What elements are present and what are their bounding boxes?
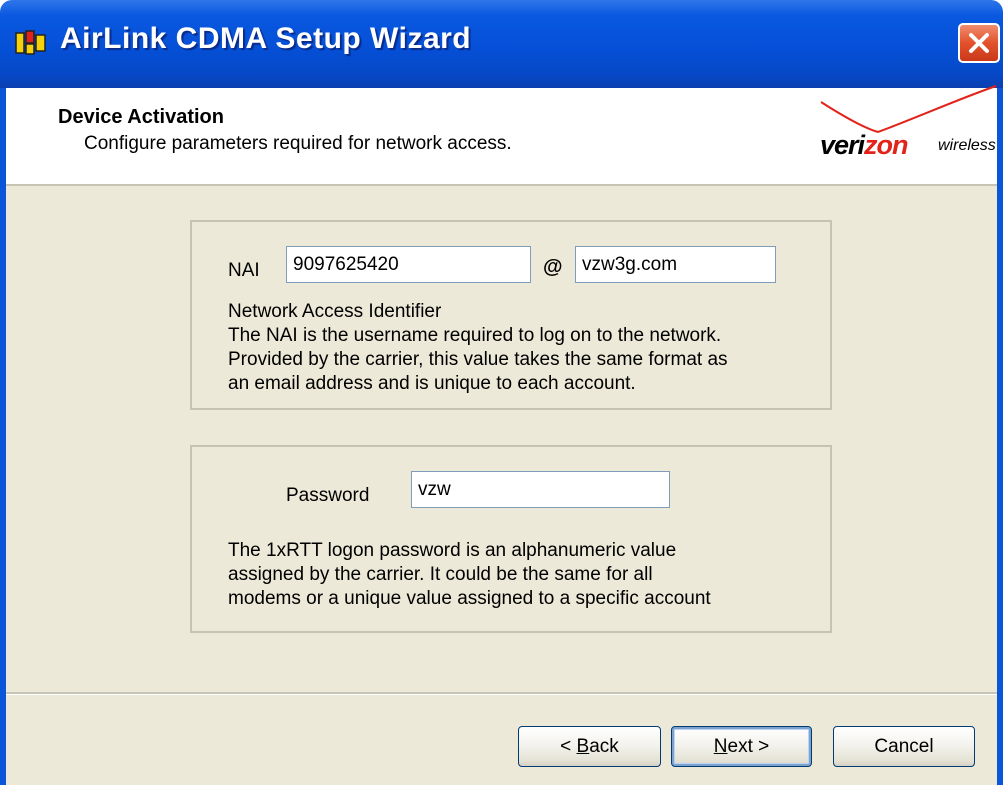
nai-domain-input[interactable]: vzw3g.com xyxy=(575,246,776,283)
wizard-header: Device Activation Configure parameters r… xyxy=(6,85,997,186)
nai-description-line: The NAI is the username required to log … xyxy=(228,325,722,346)
nai-label: NAI xyxy=(228,260,260,281)
page-title: Device Activation xyxy=(58,106,224,128)
nai-group-box: NAI 9097625420 @ vzw3g.com Network Acces… xyxy=(190,220,832,410)
nai-description-line: Network Access Identifier xyxy=(228,301,442,322)
next-button[interactable]: Next > xyxy=(671,726,812,767)
password-description-line: assigned by the carrier. It could be the… xyxy=(228,564,653,585)
back-button[interactable]: < Back xyxy=(518,726,661,767)
password-label: Password xyxy=(286,485,370,506)
cancel-button[interactable]: Cancel xyxy=(833,726,975,767)
page-subtitle: Configure parameters required for networ… xyxy=(84,133,512,154)
password-group-box: Password vzw The 1xRTT logon password is… xyxy=(190,445,832,633)
nai-username-input[interactable]: 9097625420 xyxy=(286,246,531,283)
window-title: AirLink CDMA Setup Wizard xyxy=(60,22,472,55)
wizard-window: Device Activation Configure parameters r… xyxy=(0,85,1003,785)
logo-check-mark xyxy=(820,85,997,133)
footer-divider xyxy=(6,692,997,695)
airlink-app-icon xyxy=(15,30,46,55)
password-description-line: modems or a unique value assigned to a s… xyxy=(228,588,711,609)
close-button[interactable] xyxy=(958,23,1000,63)
nai-description: Network Access Identifier The NAI is the… xyxy=(228,300,828,396)
verizon-wireless-logo: verizon wireless xyxy=(806,78,1001,178)
logo-wordmark: verizon xyxy=(820,130,909,160)
close-icon xyxy=(969,33,989,53)
title-bar[interactable]: AirLink CDMA Setup Wizard xyxy=(0,0,1003,88)
password-description: The 1xRTT logon password is an alphanume… xyxy=(228,539,828,611)
nai-description-line: an email address and is unique to each a… xyxy=(228,373,636,394)
nai-description-line: Provided by the carrier, this value take… xyxy=(228,349,728,370)
logo-wireless-text: wireless xyxy=(938,137,996,154)
at-sign-label: @ xyxy=(543,256,563,278)
password-description-line: The 1xRTT logon password is an alphanume… xyxy=(228,540,677,561)
password-input[interactable]: vzw xyxy=(411,471,670,508)
